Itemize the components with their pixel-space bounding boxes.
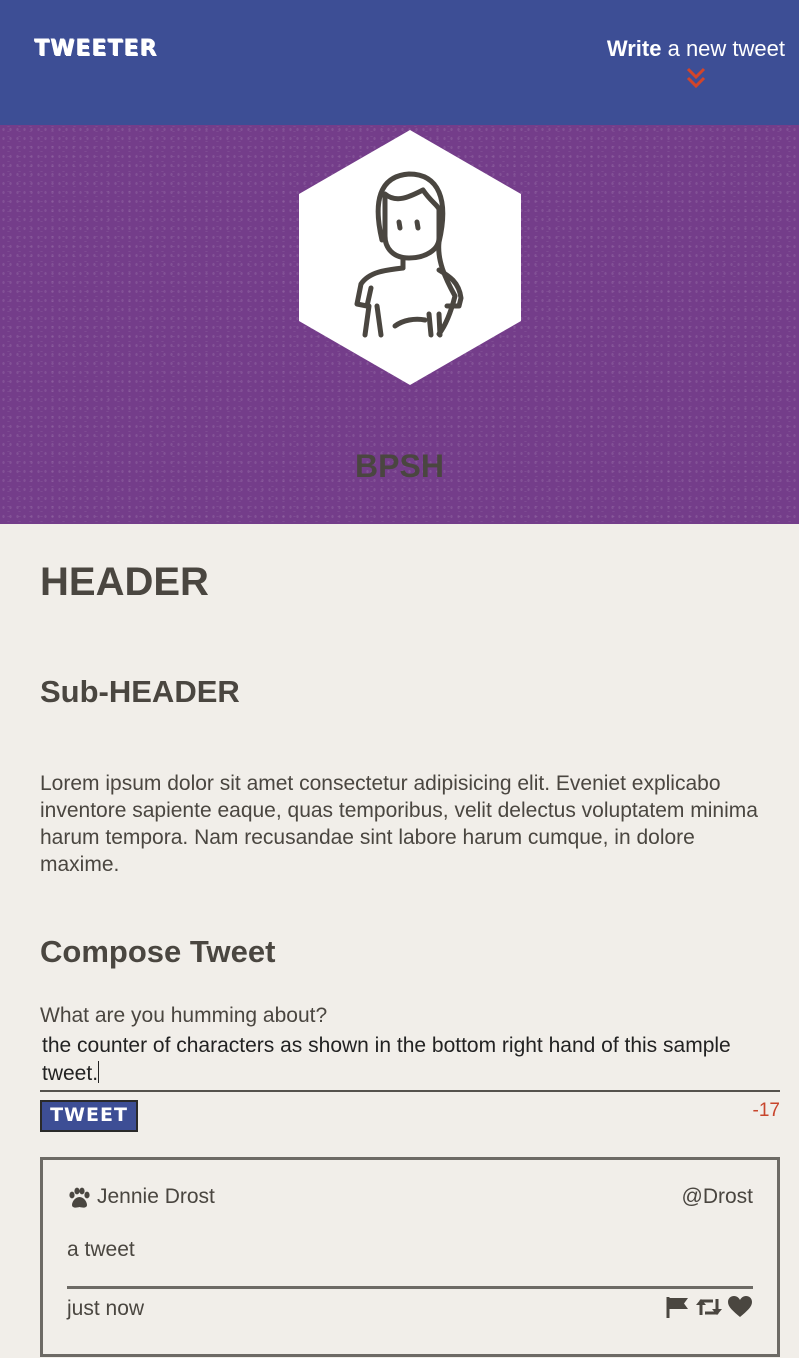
heart-icon[interactable] — [727, 1295, 753, 1319]
paw-icon — [69, 1187, 90, 1208]
write-tweet-toggle[interactable]: Write a new tweet — [607, 36, 785, 62]
page-subheader: Sub-HEADER — [40, 674, 240, 709]
profile-banner: BPSH — [0, 125, 799, 524]
compose-placeholder: What are you humming about? — [40, 1004, 328, 1027]
flag-icon[interactable] — [665, 1295, 691, 1319]
tweet-card: Jennie Drost @Drost a tweet just now — [40, 1157, 780, 1357]
tweet-author-handle: @Drost — [681, 1185, 754, 1208]
tweet-author-name: Jennie Drost — [97, 1185, 215, 1208]
chevron-down-icon[interactable] — [685, 66, 707, 90]
tweet-button[interactable]: TWEET — [40, 1100, 138, 1132]
brand-logo[interactable]: TWEETER — [34, 36, 157, 61]
tweet-timestamp: just now — [67, 1297, 145, 1320]
character-counter: -17 — [752, 1100, 780, 1121]
tweet-text: a tweet — [67, 1238, 135, 1261]
tweet-divider — [67, 1286, 753, 1289]
compose-title: Compose Tweet — [40, 934, 276, 969]
avatar — [299, 130, 521, 385]
write-label-bold: Write — [606, 36, 662, 61]
top-nav: TWEETER Write a new tweet — [0, 0, 799, 125]
tweet-textarea-value: the counter of characters as shown in th… — [42, 1034, 731, 1085]
profile-handle: BPSH — [355, 448, 444, 484]
tweet-actions — [665, 1295, 753, 1319]
text-cursor — [98, 1061, 100, 1083]
intro-paragraph: Lorem ipsum dolor sit amet consectetur a… — [40, 772, 758, 876]
tweet-textarea[interactable]: the counter of characters as shown in th… — [40, 1032, 780, 1092]
page-header: HEADER — [40, 560, 209, 604]
write-label-rest: a new tweet — [661, 36, 785, 61]
retweet-icon[interactable] — [695, 1295, 723, 1319]
